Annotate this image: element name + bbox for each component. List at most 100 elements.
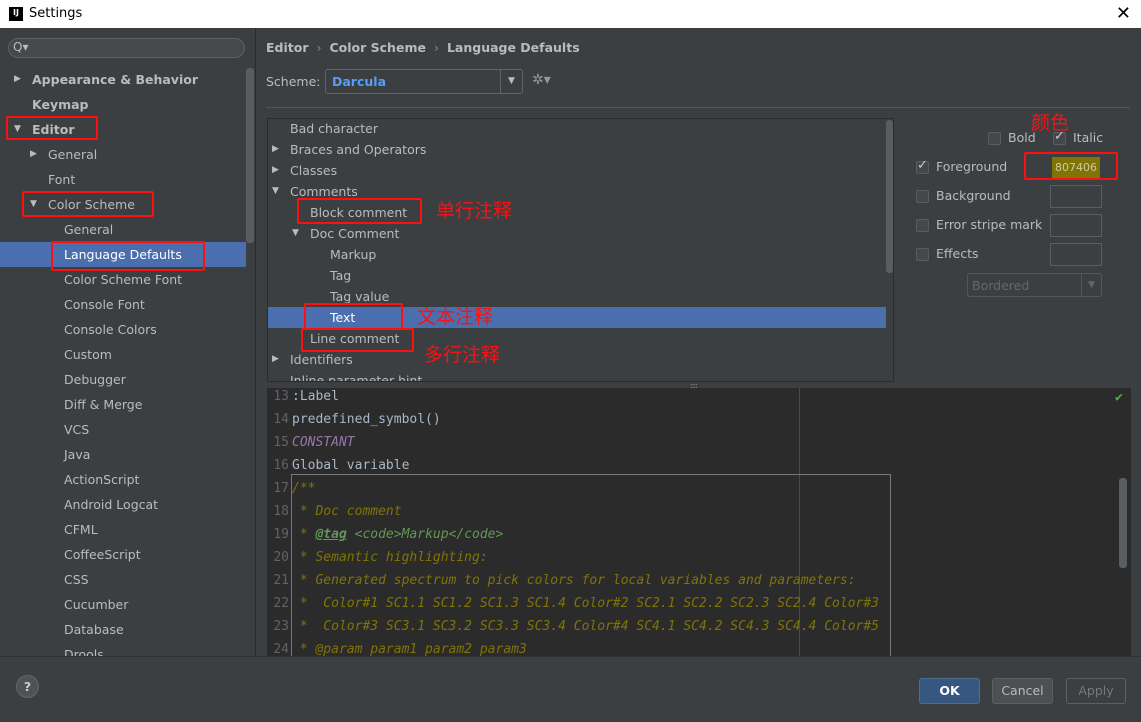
sidebar-scrollbar[interactable] [246, 68, 254, 243]
sidebar-item[interactable]: VCS [0, 417, 246, 442]
sidebar-item-label: CFML [64, 522, 98, 537]
error-stripe-color-swatch[interactable] [1050, 214, 1102, 237]
line-number: 19 [273, 527, 289, 542]
breadcrumb-separator: › [433, 40, 439, 55]
chevron-right-icon[interactable]: ▶ [272, 349, 279, 370]
code-line: 20 * Semantic highlighting: [267, 546, 487, 569]
gear-icon[interactable]: ✲▾ [532, 72, 551, 88]
sidebar-item-label: Console Font [64, 297, 145, 312]
highlight-box [22, 191, 154, 217]
tree-item[interactable]: Tag [268, 265, 886, 286]
tree-item[interactable]: Inline parameter hint [268, 370, 886, 382]
chevron-right-icon[interactable]: ▶ [272, 139, 279, 160]
chevron-down-icon: ▼ [1081, 274, 1101, 296]
sidebar-item[interactable]: Console Colors [0, 317, 246, 342]
sidebar-item[interactable]: Debugger [0, 367, 246, 392]
breadcrumb-item[interactable]: Color Scheme [330, 40, 426, 55]
app-logo-icon: IJ [9, 7, 23, 21]
tree-item-label: Inline parameter hint [290, 373, 423, 382]
chevron-down-icon[interactable]: ▼ [292, 223, 299, 244]
apply-button[interactable]: Apply [1066, 678, 1126, 704]
code-token: * Color#3 SC3.1 SC3.2 SC3.3 SC3.4 Color#… [292, 619, 879, 634]
sidebar-item[interactable]: ▶ General [0, 142, 246, 167]
code-token: :Label [292, 389, 339, 404]
code-line: 18 * Doc comment [267, 500, 401, 523]
breadcrumb: Editor › Color Scheme › Language Defaults [266, 40, 580, 55]
tree-item[interactable]: ▶ Classes [268, 160, 886, 181]
sidebar-item[interactable]: Console Font [0, 292, 246, 317]
effects-color-swatch[interactable] [1050, 243, 1102, 266]
tree-item[interactable]: ▶ Braces and Operators [268, 139, 886, 160]
sidebar-item[interactable]: CFML [0, 517, 246, 542]
close-button[interactable]: ✕ [1116, 3, 1131, 24]
sidebar-item[interactable]: ▶ Appearance & Behavior [0, 67, 246, 92]
sidebar-item[interactable]: CSS [0, 567, 246, 592]
code-line: 23 * Color#3 SC3.1 SC3.2 SC3.3 SC3.4 Col… [267, 615, 879, 638]
bold-label: Bold [1008, 130, 1036, 145]
tree-item[interactable]: Bad character [268, 119, 886, 139]
bold-checkbox[interactable] [988, 132, 1001, 145]
line-number: 15 [273, 435, 289, 450]
effect-type-dropdown[interactable]: Bordered ▼ [967, 273, 1102, 297]
line-number: 14 [273, 412, 289, 427]
sidebar-item-label: Database [64, 622, 124, 637]
highlight-box [1024, 152, 1118, 180]
check-icon: ✔ [1115, 390, 1123, 405]
breadcrumb-item: Language Defaults [446, 40, 580, 55]
sidebar-item[interactable]: Font [0, 167, 246, 192]
code-line: 17/** [267, 477, 315, 500]
effects-checkbox[interactable] [916, 248, 929, 261]
breadcrumb-item[interactable]: Editor [266, 40, 309, 55]
cancel-button[interactable]: Cancel [992, 678, 1053, 704]
scheme-dropdown[interactable]: Darcula ▼ [325, 69, 523, 94]
sidebar-item[interactable]: Custom [0, 342, 246, 367]
error-stripe-checkbox[interactable] [916, 219, 929, 232]
sidebar-item[interactable]: Java [0, 442, 246, 467]
sidebar-item[interactable]: Database [0, 617, 246, 642]
window-title: Settings [29, 6, 83, 21]
chevron-right-icon[interactable]: ▶ [14, 67, 21, 92]
tree-item-label: Bad character [290, 121, 379, 136]
chevron-down-icon[interactable]: ▼ [272, 181, 279, 202]
editor-scrollbar[interactable] [1119, 478, 1127, 568]
tree-scrollbar[interactable] [886, 120, 893, 273]
highlight-box [304, 303, 403, 330]
italic-checkbox[interactable] [1053, 129, 1066, 145]
chevron-right-icon[interactable]: ▶ [272, 160, 279, 181]
code-line: 16 Global variable [267, 454, 409, 477]
sidebar-item[interactable]: CoffeeScript [0, 542, 246, 567]
background-checkbox[interactable] [916, 190, 929, 203]
background-color-swatch[interactable] [1050, 185, 1102, 208]
highlight-box [6, 116, 98, 140]
preview-editor[interactable]: 13:Label 14 predefined_symbol() 15 CONSTANT 1… [267, 388, 1131, 656]
sidebar-item-label: ActionScript [64, 472, 140, 487]
tree-item-label: Tag [330, 268, 352, 283]
sidebar-item[interactable]: Diff & Merge [0, 392, 246, 417]
code-line: 21 * Generated spectrum to pick colors f… [267, 569, 855, 592]
sidebar-item[interactable]: General [0, 217, 246, 242]
tree-item[interactable]: ▶ Identifiers [268, 349, 886, 370]
search-icon: Q▾ [13, 40, 29, 54]
help-button[interactable]: ? [16, 675, 39, 698]
annotation-single: 单行注释 [436, 200, 513, 222]
code-token: * @param param1 param2 param3 [292, 642, 527, 656]
tree-item-label: Markup [330, 247, 377, 262]
sidebar-item[interactable]: Drools [0, 642, 246, 656]
sidebar-item[interactable]: Android Logcat [0, 492, 246, 517]
annotation-text: 文本注释 [417, 306, 494, 328]
code-token: * [292, 527, 316, 542]
sidebar-item-label: General [48, 147, 98, 162]
foreground-checkbox[interactable] [916, 158, 929, 174]
tree-item[interactable]: ▼ Doc Comment [268, 223, 886, 244]
tree-item[interactable]: Markup [268, 244, 886, 265]
divider [266, 107, 1130, 108]
search-input[interactable]: Q▾ [8, 38, 245, 58]
sidebar-item-label: CoffeeScript [64, 547, 141, 562]
sidebar-item[interactable]: Keymap [0, 92, 246, 117]
ok-button[interactable]: OK [919, 678, 980, 704]
code-token: predefined_symbol() [292, 412, 441, 427]
sidebar-item[interactable]: Cucumber [0, 592, 246, 617]
chevron-right-icon[interactable]: ▶ [30, 142, 37, 167]
sidebar-item[interactable]: ActionScript [0, 467, 246, 492]
